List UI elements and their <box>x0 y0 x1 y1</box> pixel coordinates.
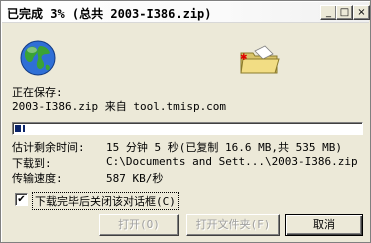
close-on-complete-label[interactable]: 下载完毕后关闭该对话框(C) <box>32 192 179 210</box>
time-left-value: 15 分钟 5 秒(已复制 16.6 MB,共 535 MB) <box>106 141 342 154</box>
cancel-button[interactable]: 取消 <box>285 214 363 236</box>
time-left-label: 估计剩余时间: <box>12 141 85 154</box>
globe-icon <box>20 40 56 76</box>
title-bar[interactable]: 已完成 3% (总共 2003-I386.zip) _ □ × <box>2 2 370 23</box>
open-button[interactable]: 打开(O) <box>99 214 179 236</box>
speed-label: 传输速度: <box>12 172 63 185</box>
close-button[interactable]: × <box>353 5 370 20</box>
open-folder-button[interactable]: 打开文件夹(F) <box>186 214 280 236</box>
svg-text:✱: ✱ <box>240 53 248 63</box>
minimize-button[interactable]: _ <box>320 5 337 20</box>
download-to-label: 下载到: <box>12 157 52 170</box>
close-on-complete-checkbox[interactable]: ✔ <box>15 193 28 206</box>
download-progress-bar <box>12 122 363 135</box>
speed-value: 587 KB/秒 <box>106 172 164 185</box>
download-to-value: C:\Documents and Sett...\2003-I386.zip <box>106 155 358 168</box>
window-title: 已完成 3% (总共 2003-I386.zip) <box>7 7 212 21</box>
progress-fill <box>15 125 25 132</box>
saving-detail: 2003-I386.zip 来自 tool.tmisp.com <box>12 100 227 113</box>
maximize-button[interactable]: □ <box>336 5 353 20</box>
open-folder-icon: ✱ <box>240 45 280 74</box>
download-dialog: 已完成 3% (总共 2003-I386.zip) _ □ × ✱ 正在保存: … <box>0 0 371 243</box>
